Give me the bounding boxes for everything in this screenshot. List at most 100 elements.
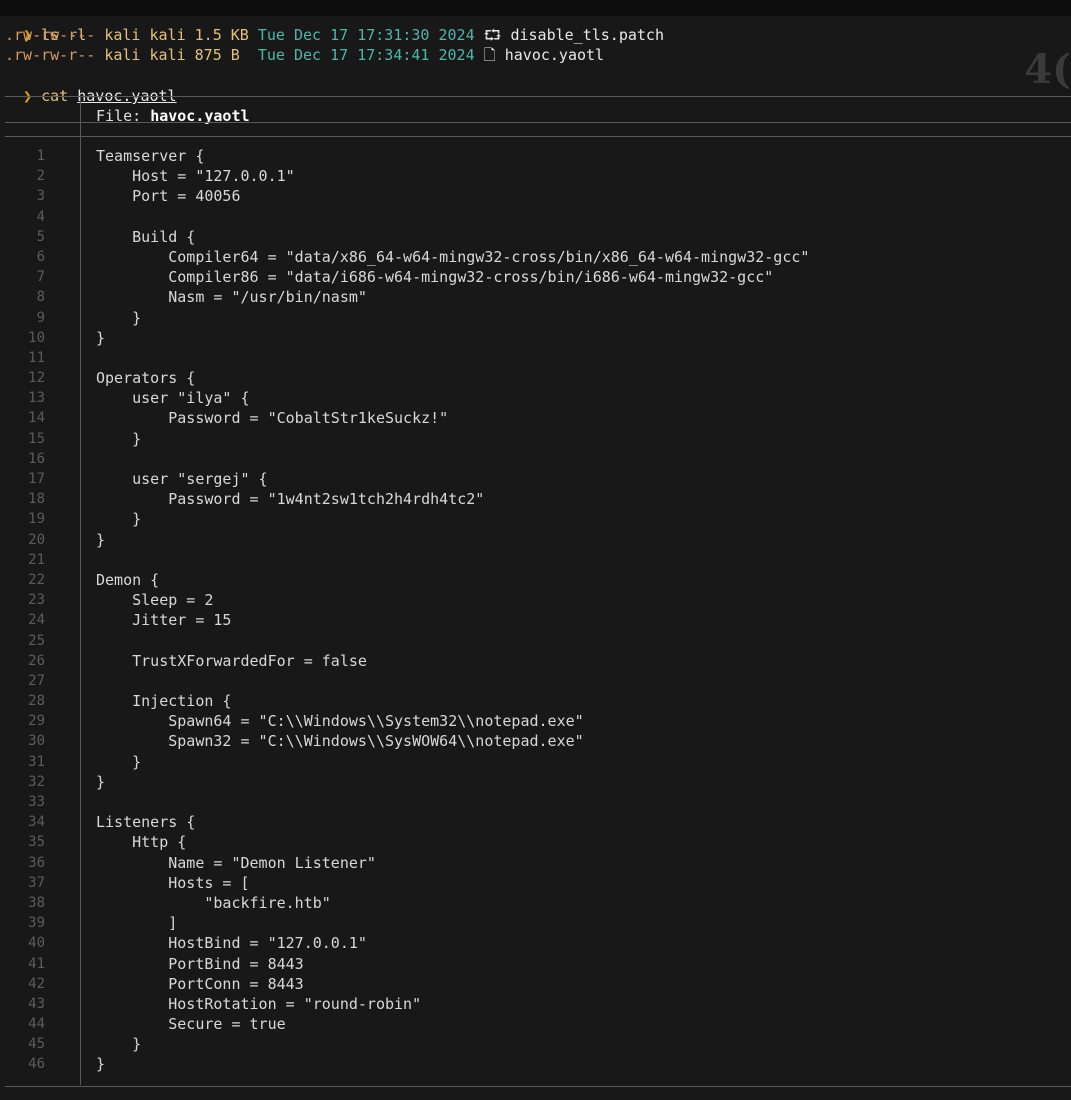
- code-line: 35 Http {: [0, 832, 1071, 852]
- code-line: 37 Hosts = [: [0, 873, 1071, 893]
- line-number: 30: [28, 733, 45, 750]
- line-number: 3: [36, 188, 45, 205]
- line-content: Host = "127.0.0.1": [96, 167, 295, 186]
- line-content: }: [96, 1035, 142, 1054]
- line-number: 7: [36, 269, 45, 286]
- git-patch-icon: ⮔: [483, 26, 502, 44]
- code-line: 33: [0, 792, 1071, 812]
- line-content: Port = 40056: [96, 187, 241, 206]
- line-content: Compiler64 = "data/x86_64-w64-mingw32-cr…: [96, 247, 810, 266]
- line-number: 35: [28, 834, 45, 851]
- code-line: 18 Password = "1w4nt2sw1tch2h4rdh4tc2": [0, 489, 1071, 509]
- line-content: ]: [96, 914, 178, 933]
- line-number: 18: [28, 491, 45, 508]
- code-line: 14 Password = "CobaltStr1keSuckz!": [0, 408, 1071, 428]
- line-content: Nasm = "/usr/bin/nasm": [96, 288, 367, 307]
- file-icon: 🗋: [483, 46, 496, 64]
- listing-row: .rw-rw-r-- kali kali 875 B Tue Dec 17 17…: [5, 45, 604, 65]
- file-permissions: .rw-rw-r--: [5, 26, 96, 44]
- line-number: 27: [28, 672, 45, 689]
- line-content: Hosts = [: [96, 873, 250, 892]
- file-size: 875 B: [194, 46, 249, 64]
- line-number: 13: [28, 390, 45, 407]
- listing-row: .rw-rw-r-- kali kali 1.5 KB Tue Dec 17 1…: [5, 25, 664, 45]
- line-content: Build {: [96, 227, 196, 246]
- line-number: 1: [36, 148, 45, 164]
- code-line: 30 Spawn32 = "C:\\Windows\\SysWOW64\\not…: [0, 731, 1071, 751]
- code-line: 43 HostRotation = "round-robin": [0, 994, 1071, 1014]
- code-line: 3 Port = 40056: [0, 186, 1071, 206]
- viewer-header: File: havoc.yaotl: [96, 106, 250, 126]
- line-number: 5: [36, 228, 45, 245]
- line-content: Listeners {: [96, 813, 196, 832]
- file-name: disable_tls.patch: [510, 26, 664, 44]
- line-content: Operators {: [96, 369, 196, 388]
- code-line: 13 user "ilya" {: [0, 388, 1071, 408]
- line-content: }: [96, 752, 142, 771]
- line-number: 46: [28, 1056, 45, 1073]
- code-line: 42 PortConn = 8443: [0, 974, 1071, 994]
- file-date: Tue Dec 17 17:31:30 2024: [257, 26, 475, 44]
- line-number: 36: [28, 854, 45, 871]
- line-number: 24: [28, 612, 45, 629]
- line-content: }: [96, 328, 106, 347]
- code-line: 12 Operators {: [0, 368, 1071, 388]
- line-content: Http {: [96, 833, 187, 852]
- code-line: 22 Demon {: [0, 570, 1071, 590]
- code-line: 4: [0, 207, 1071, 227]
- code-line: 20}: [0, 530, 1071, 550]
- code-line: 17 user "sergej" {: [0, 469, 1071, 489]
- line-content: Sleep = 2: [96, 591, 214, 610]
- line-number: 22: [28, 571, 45, 588]
- line-content: "backfire.htb": [96, 893, 331, 912]
- code-line: 27: [0, 671, 1071, 691]
- line-number: 6: [36, 248, 45, 265]
- code-line: 6 Compiler64 = "data/x86_64-w64-mingw32-…: [0, 247, 1071, 267]
- code-line: 5 Build {: [0, 227, 1071, 247]
- line-number: 34: [28, 814, 45, 831]
- code-line: 11: [0, 348, 1071, 368]
- line-content: Injection {: [96, 692, 232, 711]
- code-line: 38 "backfire.htb": [0, 893, 1071, 913]
- line-content: PortBind = 8443: [96, 954, 304, 973]
- code-line: 16: [0, 449, 1071, 469]
- code-line: 24 Jitter = 15: [0, 610, 1071, 630]
- code-line: 25: [0, 631, 1071, 651]
- code-line: 41 PortBind = 8443: [0, 954, 1071, 974]
- line-number: 45: [28, 1036, 45, 1053]
- line-number: 32: [28, 773, 45, 790]
- line-content: HostRotation = "round-robin": [96, 994, 422, 1013]
- line-content: Compiler86 = "data/i686-w64-mingw32-cros…: [96, 268, 774, 287]
- command-line-cat: ❯ cat havoc.yaotl: [5, 66, 177, 105]
- line-content: }: [96, 308, 142, 327]
- line-number: 23: [28, 592, 45, 609]
- header-gutter-border: [80, 96, 81, 136]
- line-content: }: [96, 429, 142, 448]
- line-content: PortConn = 8443: [96, 974, 304, 993]
- line-content: }: [96, 530, 106, 549]
- line-number: 19: [28, 511, 45, 528]
- code-line: 7 Compiler86 = "data/i686-w64-mingw32-cr…: [0, 267, 1071, 287]
- command-line-ls: ❯ ls -l: [5, 5, 86, 44]
- line-content: }: [96, 772, 106, 791]
- file-name: havoc.yaotl: [504, 46, 605, 64]
- code-line: 31 }: [0, 752, 1071, 772]
- line-number: 31: [28, 753, 45, 770]
- header-divider: [5, 122, 1071, 123]
- line-number: 39: [28, 915, 45, 932]
- line-number: 2: [36, 168, 45, 185]
- file-permissions: .rw-rw-r--: [5, 46, 96, 64]
- file-group: kali: [149, 46, 186, 64]
- code-line: 36 Name = "Demon Listener": [0, 853, 1071, 873]
- line-number: 16: [28, 450, 45, 467]
- line-content: HostBind = "127.0.0.1": [96, 934, 367, 953]
- line-number: 26: [28, 652, 45, 669]
- line-number: 12: [28, 370, 45, 387]
- line-number: 17: [28, 471, 45, 487]
- line-number: 4: [36, 208, 45, 225]
- code-line: 19 }: [0, 509, 1071, 529]
- code-line: 21: [0, 550, 1071, 570]
- line-content: TrustXForwardedFor = false: [96, 651, 367, 670]
- code-line: 28 Injection {: [0, 691, 1071, 711]
- code-line: 9 }: [0, 308, 1071, 328]
